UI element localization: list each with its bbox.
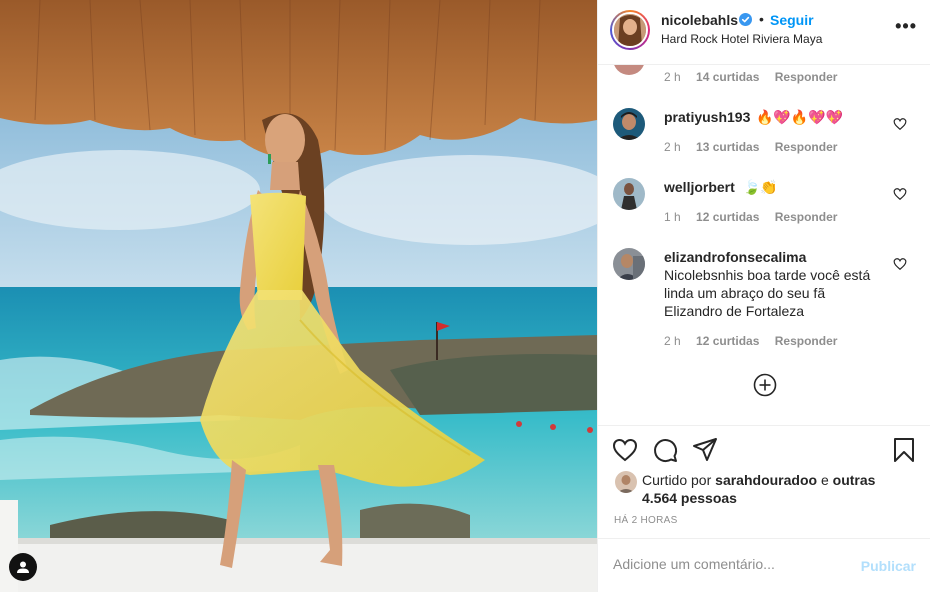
reply-button[interactable]: Responder xyxy=(775,70,838,84)
comment-input[interactable] xyxy=(613,556,843,572)
like-heart-icon[interactable] xyxy=(611,436,639,464)
comment-text: 🔥💖🔥💖💖 xyxy=(756,109,844,125)
verified-icon xyxy=(739,13,752,26)
post-modal: nicolebahls • Seguir Hard Rock Hotel Riv… xyxy=(0,0,930,592)
comment-avatar-image xyxy=(613,108,645,140)
follow-button[interactable]: Seguir xyxy=(770,12,814,28)
comment-like-heart-icon[interactable] xyxy=(893,187,907,201)
liked-by-text: Curtido por sarahdouradoo e outras 4.564… xyxy=(642,471,902,507)
reply-button[interactable]: Responder xyxy=(775,210,838,224)
user-tag-button[interactable] xyxy=(9,553,37,581)
add-comment-bar: Publicar xyxy=(598,538,930,592)
publish-button[interactable]: Publicar xyxy=(861,558,916,574)
more-options-button[interactable]: ••• xyxy=(895,16,917,36)
header-separator: • xyxy=(759,11,764,27)
comment-meta: 1 h 12 curtidas Responder xyxy=(664,210,849,224)
comment-time[interactable]: 2 h xyxy=(664,334,681,348)
comment-username[interactable]: pratiyush193 xyxy=(664,109,750,125)
comment-meta: 2 h 12 curtidas Responder xyxy=(664,334,849,348)
comment-likes[interactable]: 13 curtidas xyxy=(696,140,759,154)
comment-avatar-image xyxy=(613,178,645,210)
bookmark-icon[interactable] xyxy=(890,436,918,464)
comment-avatar[interactable] xyxy=(613,65,645,75)
liked-by-user[interactable]: sarahdouradoo xyxy=(715,472,817,488)
comments-list: 2 h 14 curtidas Responder pratiyush193 🔥 xyxy=(598,65,930,425)
comment-text: Nicolebsnhis boa tarde você está linda u… xyxy=(664,267,871,319)
load-more-comments-plus-circle-icon[interactable] xyxy=(753,373,777,397)
author-username[interactable]: nicolebahls xyxy=(661,12,738,28)
reply-button[interactable]: Responder xyxy=(775,334,838,348)
comment-likes[interactable]: 14 curtidas xyxy=(696,70,759,84)
comment-username[interactable]: elizandrofonsecalima xyxy=(664,249,806,265)
user-tag-icon xyxy=(17,561,29,573)
photo-illustration xyxy=(0,0,597,592)
comment-like-heart-icon[interactable] xyxy=(893,257,907,271)
comment-avatar-image xyxy=(613,248,645,280)
more-icon: ••• xyxy=(895,16,917,36)
post-sidebar: nicolebahls • Seguir Hard Rock Hotel Riv… xyxy=(597,0,930,592)
comment-avatar[interactable] xyxy=(613,178,645,210)
comment-meta: 2 h 13 curtidas Responder xyxy=(664,140,849,154)
share-icon[interactable] xyxy=(691,436,719,464)
post-timestamp[interactable]: HÁ 2 HORAS xyxy=(614,515,678,526)
comment-likes[interactable]: 12 curtidas xyxy=(696,210,759,224)
comment-time[interactable]: 1 h xyxy=(664,210,681,224)
reply-button[interactable]: Responder xyxy=(775,140,838,154)
comment-likes[interactable]: 12 curtidas xyxy=(696,334,759,348)
liked-by-avatar-image xyxy=(615,471,637,493)
comment-meta: 2 h 14 curtidas Responder xyxy=(664,70,849,84)
liked-by-avatar[interactable] xyxy=(615,471,637,493)
post-header: nicolebahls • Seguir Hard Rock Hotel Riv… xyxy=(598,0,930,65)
location-link[interactable]: Hard Rock Hotel Riviera Maya xyxy=(661,32,822,46)
author-avatar-image xyxy=(614,14,646,46)
liked-by-prefix: Curtido por xyxy=(642,472,712,488)
comment-username[interactable]: welljorbert xyxy=(664,179,735,195)
comment-time[interactable]: 2 h xyxy=(664,70,681,84)
comment-icon[interactable] xyxy=(651,436,679,464)
post-photo[interactable] xyxy=(0,0,597,592)
comment-avatar[interactable] xyxy=(613,248,645,280)
post-actions: Curtido por sarahdouradoo e outras 4.564… xyxy=(598,425,930,538)
comment-time[interactable]: 2 h xyxy=(664,140,681,154)
comment-like-heart-icon[interactable] xyxy=(893,117,907,131)
comment-text: 🍃👏 xyxy=(743,179,778,195)
liked-by-conj: e xyxy=(820,472,829,488)
author-avatar[interactable] xyxy=(610,10,650,50)
comment-avatar[interactable] xyxy=(613,108,645,140)
